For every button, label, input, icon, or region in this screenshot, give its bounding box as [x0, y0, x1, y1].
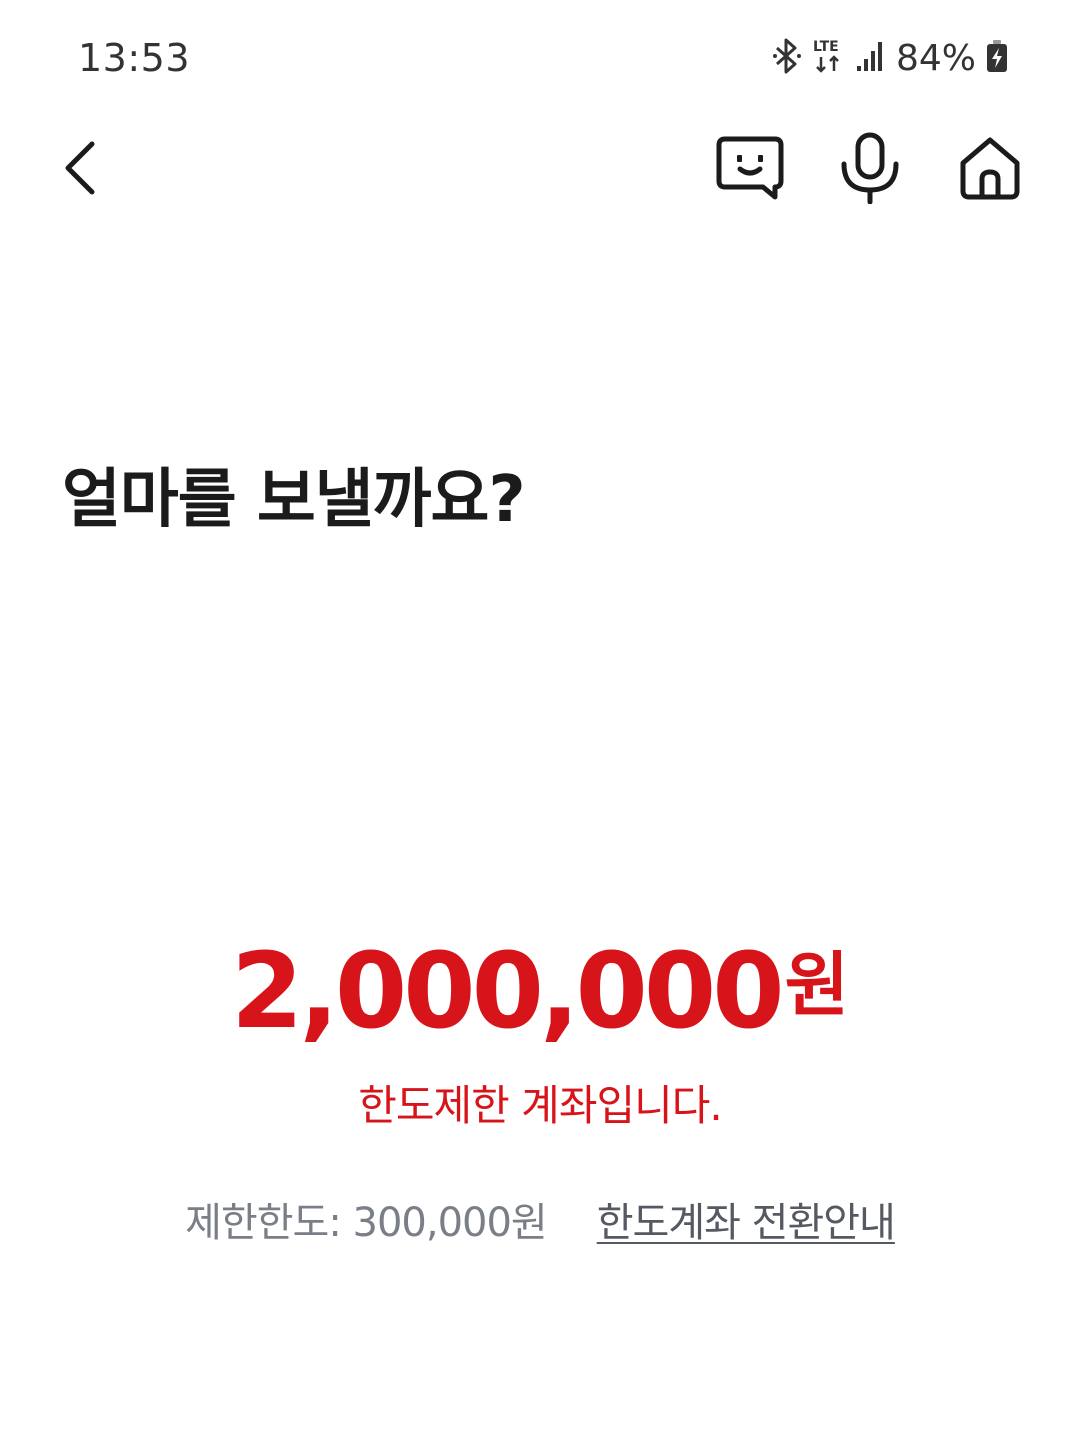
- battery-percent: 84%: [895, 37, 976, 79]
- nav-bar: [0, 120, 1080, 216]
- limit-account-conversion-link[interactable]: 한도계좌 전환안내: [597, 1190, 896, 1248]
- chatbot-icon: [716, 136, 784, 200]
- lte-label: LTE: [813, 39, 839, 55]
- battery-charging-icon: [986, 39, 1008, 77]
- signal-icon: [856, 40, 886, 76]
- back-icon: [65, 141, 95, 195]
- voice-search-button[interactable]: [830, 128, 910, 208]
- limit-info: 제한한도: 300,000원 한도계좌 전환안내: [0, 1190, 1080, 1248]
- amount-value: 2,000,000: [231, 930, 785, 1052]
- amount-unit: 원: [784, 944, 849, 1026]
- lte-icon: LTE: [812, 37, 846, 79]
- limit-warning-message: 한도제한 계좌입니다.: [358, 1081, 722, 1130]
- home-button[interactable]: [950, 128, 1030, 208]
- amount-display[interactable]: 2,000,000원: [0, 930, 1080, 1052]
- status-time: 13:53: [78, 36, 191, 80]
- status-indicators: LTE 84%: [772, 36, 1008, 80]
- limit-amount-label: 제한한도: 300,000원: [185, 1200, 548, 1246]
- page-title: 얼마를 보낼까요?: [62, 463, 526, 537]
- microphone-icon: [841, 132, 899, 204]
- status-bar: 13:53 LTE 84%: [0, 0, 1080, 110]
- bluetooth-icon: [772, 38, 802, 78]
- home-icon: [960, 137, 1020, 200]
- chatbot-button[interactable]: [710, 128, 790, 208]
- back-button[interactable]: [50, 132, 110, 204]
